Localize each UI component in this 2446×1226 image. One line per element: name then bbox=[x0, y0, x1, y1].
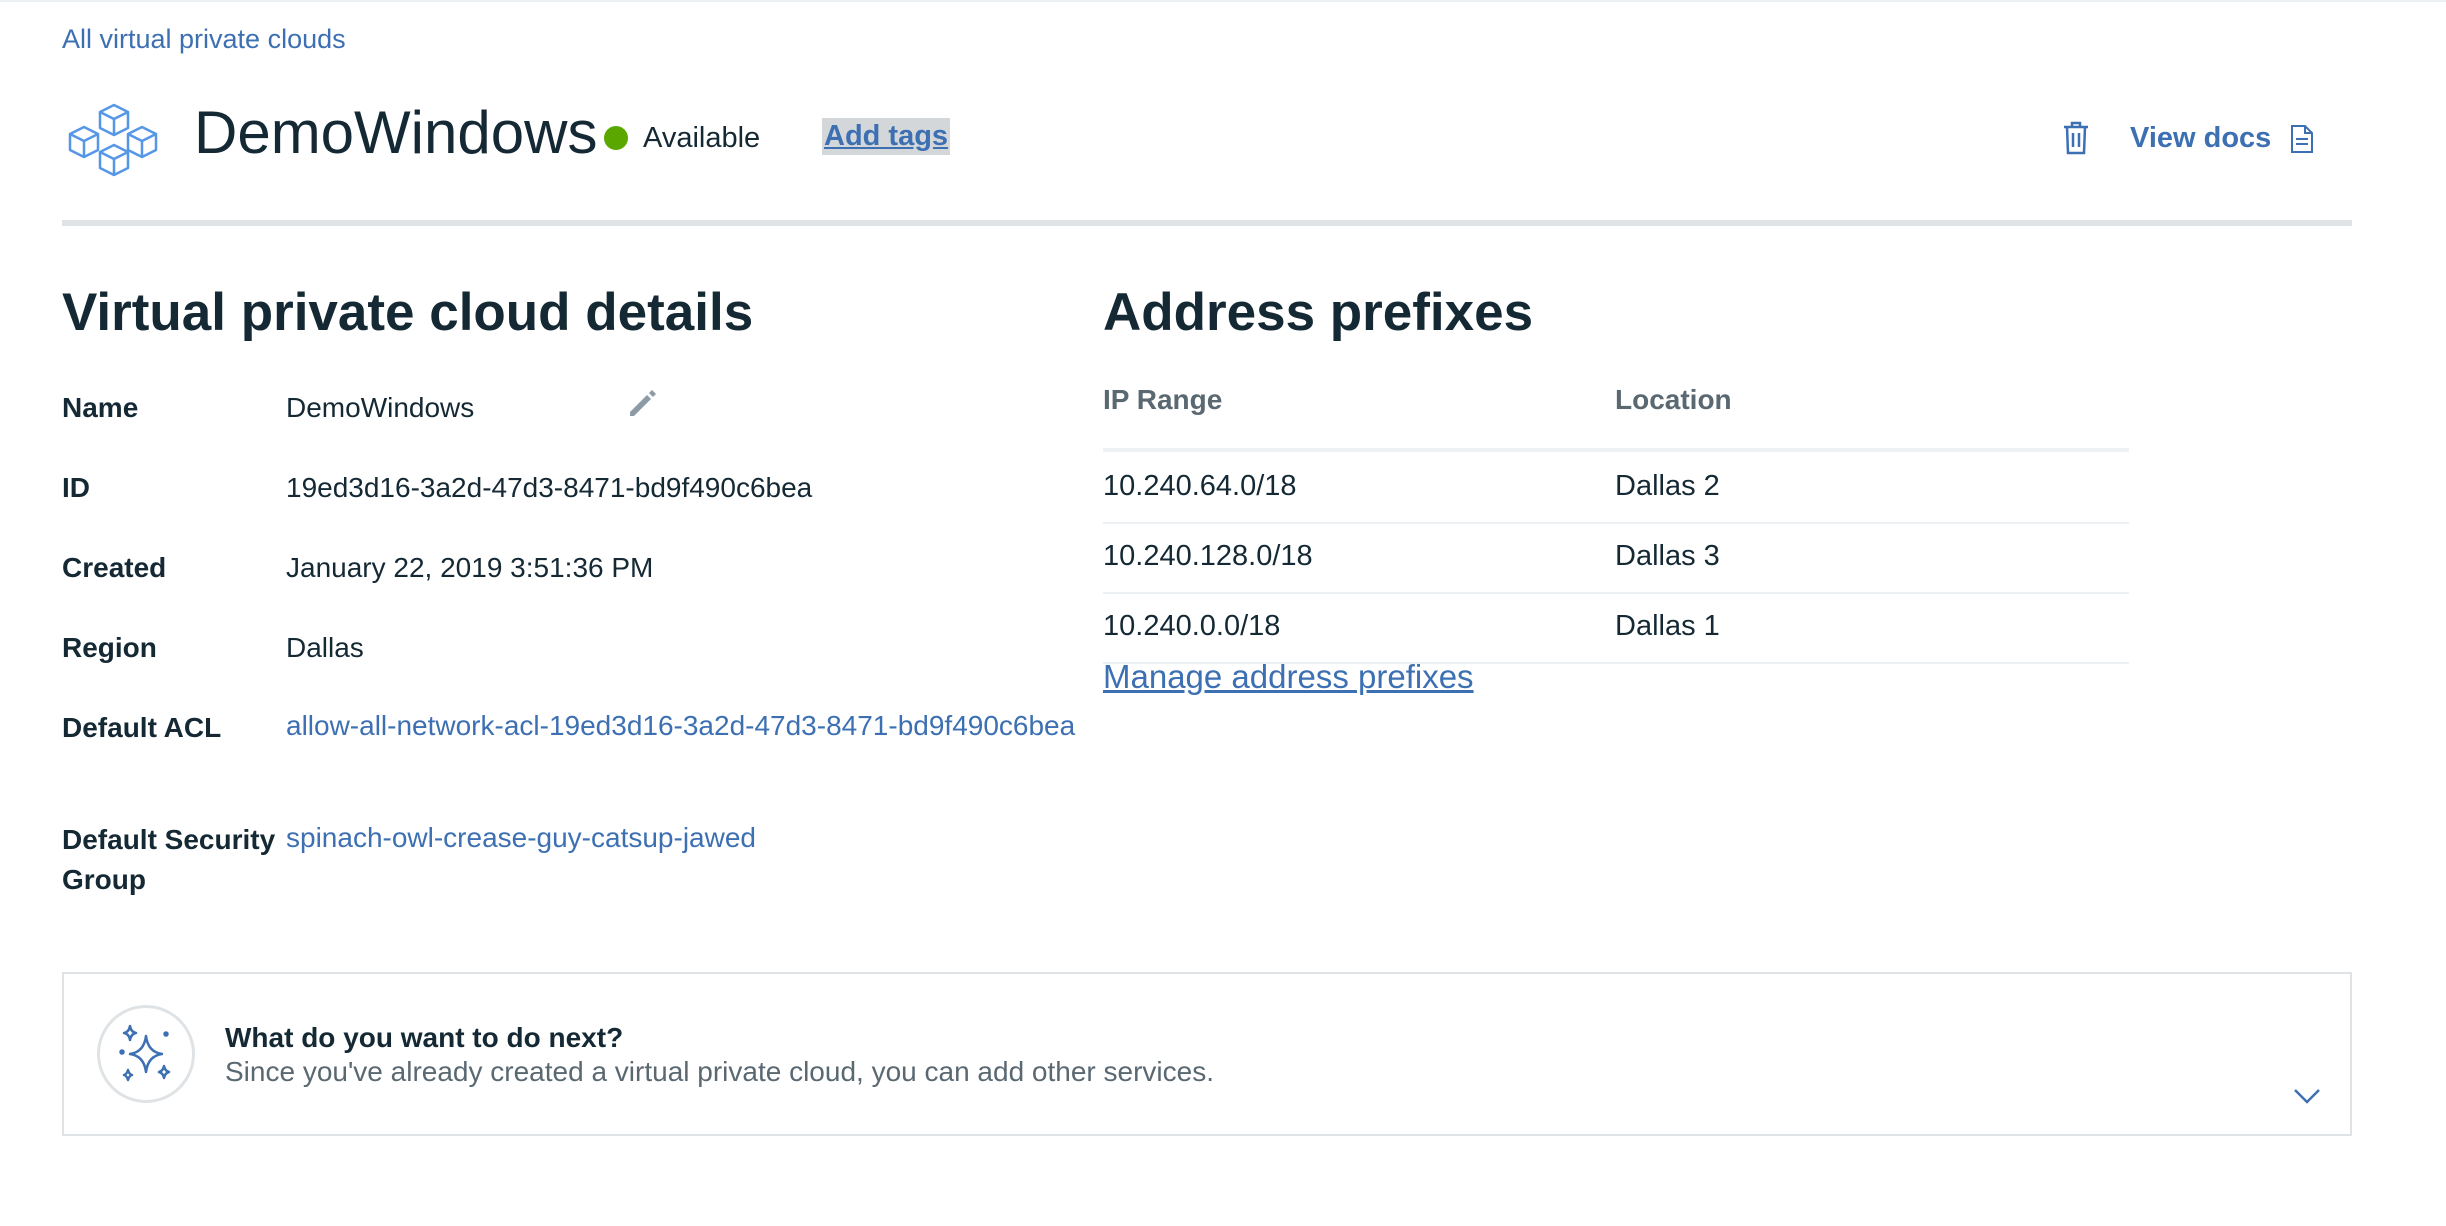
details-title: Virtual private cloud details bbox=[62, 283, 754, 342]
status-indicator bbox=[604, 126, 628, 150]
region-value: Dallas bbox=[286, 632, 364, 663]
created-label: Created bbox=[62, 552, 167, 583]
ip-range-cell: 10.240.128.0/18 bbox=[1103, 540, 1313, 572]
document-icon[interactable] bbox=[2290, 124, 2314, 154]
security-group-label: Default Security Group bbox=[62, 824, 276, 895]
page-title: DemoWindows bbox=[194, 99, 598, 166]
sparkle-icon-container bbox=[97, 1005, 195, 1103]
page-header: DemoWindows Available Add tags View docs bbox=[62, 96, 2352, 186]
region-label: Region bbox=[62, 632, 157, 663]
location-cell: Dallas 3 bbox=[1615, 540, 1720, 572]
next-steps-panel[interactable]: What do you want to do next? Since you'v… bbox=[62, 972, 2352, 1136]
table-row: 10.240.128.0/18 Dallas 3 bbox=[1103, 522, 2129, 594]
vpc-cubes-icon bbox=[68, 103, 158, 177]
manage-address-prefixes-link[interactable]: Manage address prefixes bbox=[1103, 658, 1474, 696]
name-value: DemoWindows bbox=[286, 392, 475, 423]
chevron-down-icon[interactable] bbox=[2292, 1086, 2322, 1106]
edit-pencil-icon[interactable] bbox=[624, 386, 660, 422]
sparkle-icon bbox=[119, 1024, 171, 1082]
column-header-ip-range: IP Range bbox=[1103, 384, 1223, 415]
view-docs-link[interactable]: View docs bbox=[2130, 122, 2271, 155]
id-label: ID bbox=[62, 472, 90, 503]
add-tags-link[interactable]: Add tags bbox=[822, 118, 951, 155]
location-cell: Dallas 2 bbox=[1615, 470, 1720, 502]
column-header-location: Location bbox=[1615, 384, 1732, 415]
default-acl-label: Default ACL bbox=[62, 712, 222, 743]
default-acl-link[interactable]: allow-all-network-acl-19ed3d16-3a2d-47d3… bbox=[286, 708, 1086, 744]
next-steps-description: Since you've already created a virtual p… bbox=[225, 1056, 1214, 1087]
created-value: January 22, 2019 3:51:36 PM bbox=[286, 552, 654, 583]
security-group-link[interactable]: spinach-owl-crease-guy-catsup-jawed bbox=[286, 820, 756, 856]
header-divider bbox=[62, 220, 2352, 226]
location-cell: Dallas 1 bbox=[1615, 610, 1720, 642]
id-value: 19ed3d16-3a2d-47d3-8471-bd9f490c6bea bbox=[286, 472, 813, 503]
ip-range-cell: 10.240.0.0/18 bbox=[1103, 610, 1281, 642]
next-steps-title: What do you want to do next? bbox=[225, 1022, 624, 1053]
top-border bbox=[0, 0, 2446, 2]
name-label: Name bbox=[62, 392, 139, 423]
table-row: 10.240.0.0/18 Dallas 1 bbox=[1103, 592, 2129, 664]
trash-icon[interactable] bbox=[2062, 120, 2090, 156]
status-text: Available bbox=[643, 122, 761, 154]
breadcrumb-all-vpcs[interactable]: All virtual private clouds bbox=[62, 24, 346, 55]
address-prefixes-title: Address prefixes bbox=[1103, 283, 1534, 342]
table-row: 10.240.64.0/18 Dallas 2 bbox=[1103, 452, 2129, 524]
ip-range-cell: 10.240.64.0/18 bbox=[1103, 470, 1297, 502]
